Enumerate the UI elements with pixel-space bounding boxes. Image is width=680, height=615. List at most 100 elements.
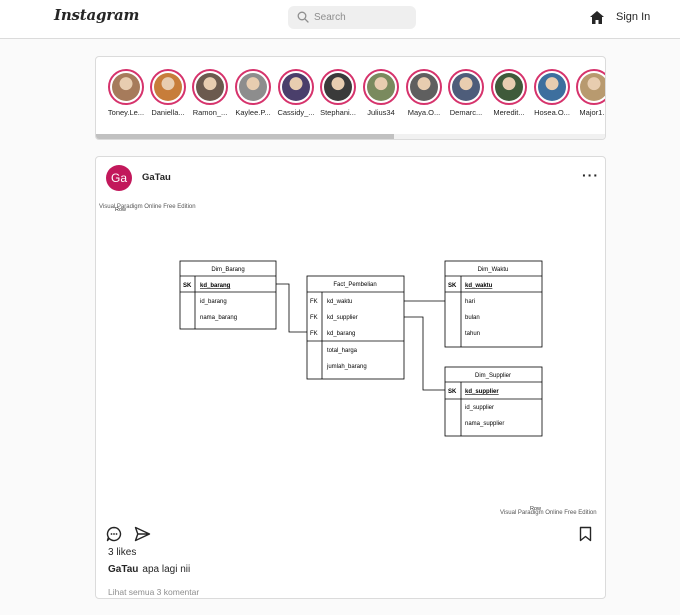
key-type: FK	[310, 315, 318, 321]
story-username: Maya.O...	[407, 108, 441, 117]
attr-field: nama_supplier	[465, 421, 504, 427]
avatar	[495, 73, 523, 101]
story-ring[interactable]	[150, 69, 186, 105]
table-dim-waktu: Dim_Waktu SK kd_waktu hari bulan tahun	[444, 260, 543, 348]
key-type: FK	[310, 299, 318, 305]
story-username: Demarc...	[449, 108, 483, 117]
attr-field: jumlah_barang	[326, 364, 367, 370]
story-item[interactable]: Toney.Le...	[106, 69, 146, 117]
table-title: Dim_Waktu	[478, 267, 509, 273]
avatar	[410, 73, 438, 101]
search-box[interactable]	[288, 6, 416, 29]
story-item[interactable]: Maya.O...	[404, 69, 444, 117]
key-field: kd_waktu	[465, 283, 493, 289]
story-ring[interactable]	[406, 69, 442, 105]
stories-tray: Toney.Le... Daniella... Ramon_... Kaylee.P.…	[95, 56, 606, 140]
story-ring[interactable]	[320, 69, 356, 105]
avatar	[239, 73, 267, 101]
scrollbar-thumb[interactable]	[96, 134, 394, 139]
attr-field: id_supplier	[465, 405, 494, 411]
story-username: Major1...	[579, 108, 606, 117]
key-field: kd_supplier	[465, 389, 499, 395]
story-username: Julius34	[367, 108, 395, 117]
instagram-logo[interactable]: Instagram	[54, 6, 139, 24]
story-ring[interactable]	[534, 69, 570, 105]
key-type: FK	[310, 331, 318, 337]
avatar	[367, 73, 395, 101]
story-item[interactable]: Ramon_...	[190, 69, 230, 117]
avatar	[154, 73, 182, 101]
attr-field: nama_barang	[200, 315, 237, 321]
watermark-top: Visual Paradigm Online Free Edition	[99, 204, 196, 210]
watermark-top-sub: Row	[115, 207, 126, 213]
key-field: kd_waktu	[327, 299, 352, 305]
stories-scrollbar[interactable]	[96, 134, 605, 139]
avatar	[324, 73, 352, 101]
view-comments-link[interactable]: Lihat semua 3 komentar	[108, 587, 199, 597]
avatar	[538, 73, 566, 101]
story-ring[interactable]	[363, 69, 399, 105]
avatar	[112, 73, 140, 101]
story-username: Ramon_...	[192, 108, 228, 117]
avatar	[580, 73, 605, 101]
story-username: Hosea.O...	[534, 108, 570, 117]
attr-field: total_harga	[327, 348, 358, 354]
story-ring[interactable]	[108, 69, 144, 105]
search-input[interactable]	[314, 9, 410, 26]
top-navbar: Instagram Sign In	[0, 0, 680, 39]
story-ring[interactable]	[491, 69, 527, 105]
story-ring[interactable]	[278, 69, 314, 105]
story-item[interactable]: Demarc...	[446, 69, 486, 117]
caption-text: apa lagi nii	[142, 564, 191, 575]
search-icon	[297, 11, 309, 23]
story-username: Stephani...	[320, 108, 356, 117]
table-fact-pembelian: Fact_Pembelian FK FK FK kd_waktu kd_supp…	[306, 275, 405, 380]
story-item[interactable]: Daniella...	[148, 69, 188, 117]
story-ring[interactable]	[448, 69, 484, 105]
avatar	[196, 73, 224, 101]
key-type: SK	[448, 283, 457, 289]
story-item[interactable]: Cassidy_...	[276, 69, 316, 117]
table-dim-supplier: Dim_Supplier SK kd_supplier id_supplier …	[444, 366, 543, 437]
table-title: Dim_Supplier	[475, 373, 511, 379]
bookmark-icon[interactable]	[579, 526, 592, 542]
avatar	[452, 73, 480, 101]
table-dim-barang: Dim_Barang SK kd_barang id_barang nama_b…	[179, 260, 277, 330]
comment-icon[interactable]	[106, 526, 122, 542]
attr-field: bulan	[465, 315, 480, 321]
avatar	[282, 73, 310, 101]
story-username: Kaylee.P...	[235, 108, 271, 117]
post-caption: GaTau apa lagi nii	[108, 564, 190, 575]
likes-count: 3 likes	[108, 547, 137, 558]
key-type: SK	[183, 283, 192, 289]
story-item[interactable]: Julius34	[361, 69, 401, 117]
table-title: Fact_Pembelian	[333, 282, 376, 288]
story-item[interactable]: Hosea.O...	[532, 69, 572, 117]
post-username[interactable]: GaTau	[142, 172, 171, 183]
attr-field: hari	[465, 299, 475, 305]
story-username: Toney.Le...	[107, 108, 145, 117]
post-card: Ga GaTau ··· Visual Paradigm Online Free…	[95, 156, 606, 599]
more-options-icon[interactable]: ···	[582, 168, 599, 182]
story-username: Cassidy_...	[277, 108, 315, 117]
share-icon[interactable]	[134, 526, 151, 542]
key-field: kd_supplier	[327, 315, 358, 321]
story-ring[interactable]	[576, 69, 605, 105]
story-ring[interactable]	[192, 69, 228, 105]
home-icon[interactable]	[589, 10, 605, 25]
story-item[interactable]: Major1...	[574, 69, 606, 117]
story-item[interactable]: Meredit...	[489, 69, 529, 117]
story-item[interactable]: Kaylee.P...	[233, 69, 273, 117]
attr-field: id_barang	[200, 299, 227, 305]
key-field: kd_barang	[200, 283, 231, 289]
post-avatar[interactable]: Ga	[106, 165, 132, 191]
table-title: Dim_Barang	[211, 267, 244, 273]
story-item[interactable]: Stephani...	[318, 69, 358, 117]
post-image-erd: Visual Paradigm Online Free Edition Row …	[99, 204, 597, 516]
sign-in-link[interactable]: Sign In	[616, 11, 650, 23]
story-ring[interactable]	[235, 69, 271, 105]
caption-username[interactable]: GaTau	[108, 564, 138, 575]
watermark-bottom: Visual Paradigm Online Free Edition	[500, 510, 597, 516]
key-field: kd_barang	[327, 331, 355, 337]
key-type: SK	[448, 389, 457, 395]
